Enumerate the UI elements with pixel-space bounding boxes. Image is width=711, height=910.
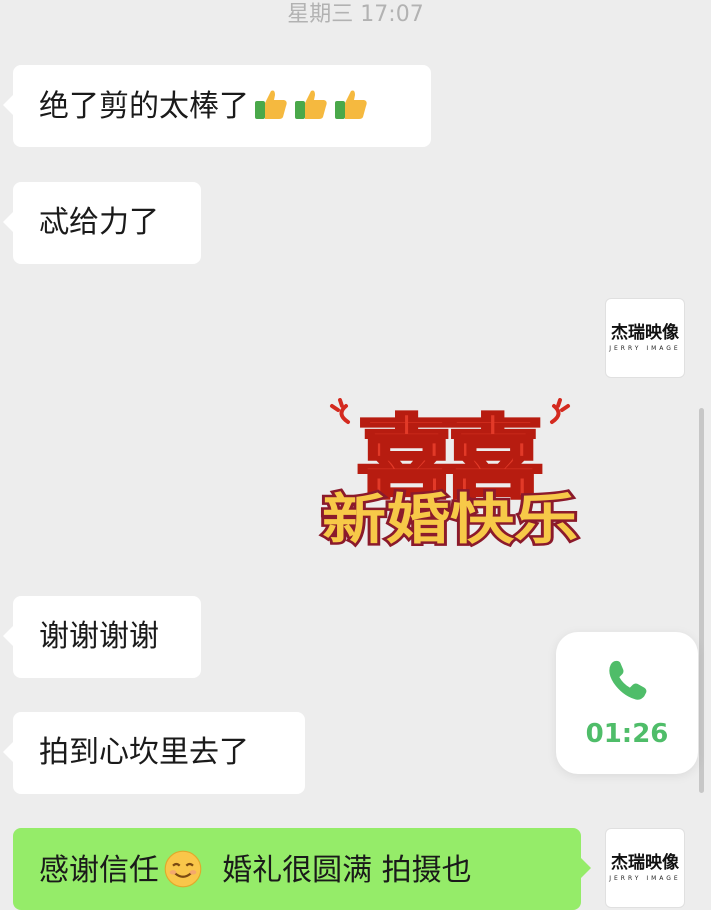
avatar[interactable]: 杰瑞映像 JERRY IMAGE	[605, 828, 685, 908]
avatar-name: 杰瑞映像	[611, 853, 679, 873]
avatar-subname: JERRY IMAGE	[609, 875, 681, 882]
scrollbar[interactable]	[699, 408, 704, 793]
phone-icon	[609, 660, 647, 700]
message-text: 忒给力了	[39, 205, 159, 240]
avatar-name: 杰瑞映像	[611, 323, 679, 343]
message-text: 绝了剪的太棒了	[39, 89, 249, 124]
call-floating-window[interactable]: 01:26	[556, 632, 698, 774]
message-bubble[interactable]: 绝了剪的太棒了	[3, 65, 431, 147]
call-duration: 01:26	[585, 719, 669, 749]
message-text: 拍到心坎里去了	[39, 735, 249, 770]
timestamp: 星期三 17:07	[287, 2, 424, 27]
message-bubble[interactable]: 忒给力了	[3, 182, 201, 264]
message-bubble-sent[interactable]: 感谢信任 婚礼很圆满 拍摄也	[13, 828, 591, 910]
message-bubble[interactable]: 谢谢谢谢	[3, 596, 201, 678]
message-text: 谢谢谢谢	[39, 619, 159, 654]
avatar-subname: JERRY IMAGE	[609, 345, 681, 352]
avatar[interactable]: 杰瑞映像 JERRY IMAGE	[605, 298, 685, 378]
thumbs-up-icon	[335, 90, 367, 119]
smile-icon	[164, 850, 202, 888]
thumbs-up-icon	[295, 90, 327, 119]
message-text: 婚礼很圆满 拍摄也	[203, 853, 472, 888]
thumbs-up-icon	[255, 90, 287, 119]
wedding-sticker[interactable]: 囍 新婚快乐	[318, 398, 582, 558]
sticker-caption: 新婚快乐	[322, 488, 578, 551]
message-text: 感谢信任	[39, 853, 159, 888]
message-bubble[interactable]: 拍到心坎里去了	[3, 712, 305, 794]
